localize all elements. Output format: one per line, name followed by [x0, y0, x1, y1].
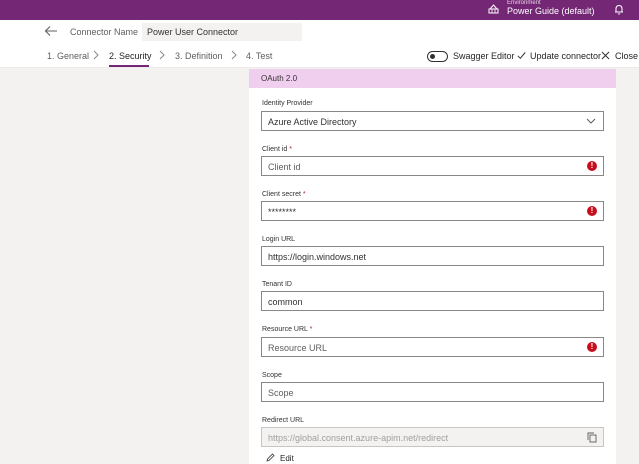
error-icon: !: [587, 161, 597, 171]
oauth-title: OAuth 2.0: [261, 74, 298, 83]
chevron-down-icon: [586, 118, 596, 124]
login-url-value: https://login.windows.net: [268, 252, 367, 262]
check-icon[interactable]: [517, 51, 526, 60]
error-icon: !: [587, 342, 597, 352]
redirect-url-input: https://global.consent.azure-apim.net/re…: [261, 427, 604, 447]
client-id-input[interactable]: Client id !: [261, 156, 604, 176]
close-icon[interactable]: [601, 51, 610, 60]
client-secret-input[interactable]: ******** !: [261, 201, 604, 221]
copy-icon[interactable]: [587, 432, 597, 443]
client-secret-label: Client secret *: [262, 191, 306, 198]
client-id-label: Client id *: [262, 146, 292, 153]
swagger-editor-toggle[interactable]: [427, 51, 448, 62]
connector-name-input[interactable]: [142, 23, 302, 41]
login-url-label: Login URL: [262, 236, 296, 243]
resource-url-input[interactable]: Resource URL !: [261, 337, 604, 357]
update-connector-button[interactable]: Update connector: [530, 51, 601, 61]
redirect-url-value: https://global.consent.azure-apim.net/re…: [268, 433, 449, 443]
identity-provider-label: Identity Provider: [262, 100, 313, 107]
tenant-id-value: common: [268, 297, 303, 307]
close-button[interactable]: Close: [615, 51, 638, 61]
edit-label: Edit: [280, 454, 294, 463]
environment-icon[interactable]: [488, 4, 499, 14]
error-icon: !: [587, 206, 597, 216]
edit-button[interactable]: Edit: [261, 452, 318, 464]
oauth-header: [249, 69, 616, 88]
identity-provider-value: Azure Active Directory: [268, 117, 357, 127]
scope-placeholder: Scope: [268, 388, 294, 398]
connector-name-label: Connector Name: [70, 27, 139, 37]
login-url-input[interactable]: https://login.windows.net: [261, 246, 604, 266]
toggle-knob: [430, 54, 435, 59]
bell-icon[interactable]: [614, 4, 624, 15]
chevron-right-icon: [231, 50, 237, 60]
tenant-id-input[interactable]: common: [261, 291, 604, 311]
steps-bar: 1. General 2. Security 3. Definition 4. …: [0, 44, 639, 68]
chevron-right-icon: [159, 50, 165, 60]
chevron-right-icon: [93, 50, 99, 60]
active-step-indicator: [109, 65, 149, 67]
client-secret-value: ********: [268, 207, 297, 217]
step-definition[interactable]: 3. Definition: [175, 51, 223, 61]
step-security[interactable]: 2. Security: [109, 51, 152, 61]
client-id-placeholder: Client id: [268, 162, 301, 172]
tenant-id-label: Tenant ID: [262, 281, 292, 288]
redirect-url-label: Redirect URL: [262, 417, 305, 424]
identity-provider-dropdown[interactable]: Azure Active Directory: [261, 111, 604, 131]
connector-name-row: Connector Name: [0, 20, 639, 44]
step-test[interactable]: 4. Test: [246, 51, 272, 61]
environment-name[interactable]: Power Guide (default): [507, 6, 595, 17]
scope-label: Scope: [262, 372, 282, 379]
pencil-icon: [266, 453, 275, 462]
resource-url-placeholder: Resource URL: [268, 343, 328, 353]
scrollbar-track[interactable]: [616, 69, 639, 464]
top-bar: Environment Power Guide (default): [0, 0, 639, 20]
swagger-editor-label[interactable]: Swagger Editor: [453, 51, 515, 61]
step-general[interactable]: 1. General: [47, 51, 89, 61]
back-arrow-icon[interactable]: [44, 25, 58, 37]
scope-input[interactable]: Scope: [261, 382, 604, 402]
resource-url-label: Resource URL *: [262, 326, 313, 333]
